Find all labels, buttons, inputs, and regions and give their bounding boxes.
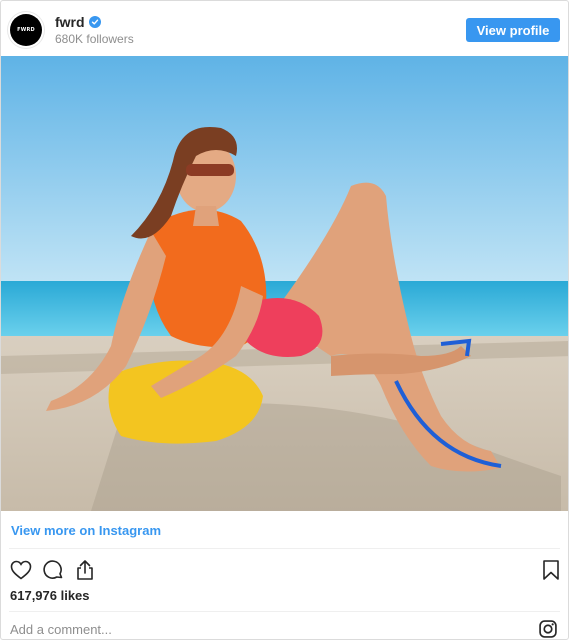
verified-badge-icon <box>88 16 101 28</box>
bookmark-icon[interactable] <box>539 558 563 582</box>
follower-count: 680K followers <box>55 32 134 46</box>
post-photo-illustration <box>1 56 568 511</box>
comment-input[interactable]: Add a comment... <box>10 622 112 637</box>
instagram-logo-icon[interactable] <box>538 619 558 639</box>
post-header: FWRD fwrd 680K followers View profile <box>1 1 568 56</box>
view-more-link[interactable]: View more on Instagram <box>11 523 161 538</box>
divider <box>9 548 560 549</box>
view-profile-button[interactable]: View profile <box>466 18 560 42</box>
user-block: fwrd 680K followers <box>55 14 134 46</box>
comment-bubble-icon[interactable] <box>41 558 65 582</box>
action-bar <box>9 556 562 586</box>
avatar-logo-text: FWRD <box>17 27 35 33</box>
likes-count[interactable]: 617,976 likes <box>10 588 90 603</box>
username-row: fwrd <box>55 14 134 30</box>
heart-icon[interactable] <box>9 558 33 582</box>
share-icon[interactable] <box>73 558 97 582</box>
avatar[interactable]: FWRD <box>10 14 42 46</box>
instagram-embed-card: FWRD fwrd 680K followers View profile Vi… <box>0 0 569 640</box>
username[interactable]: fwrd <box>55 14 85 30</box>
post-image[interactable] <box>1 56 568 511</box>
divider <box>9 611 560 612</box>
